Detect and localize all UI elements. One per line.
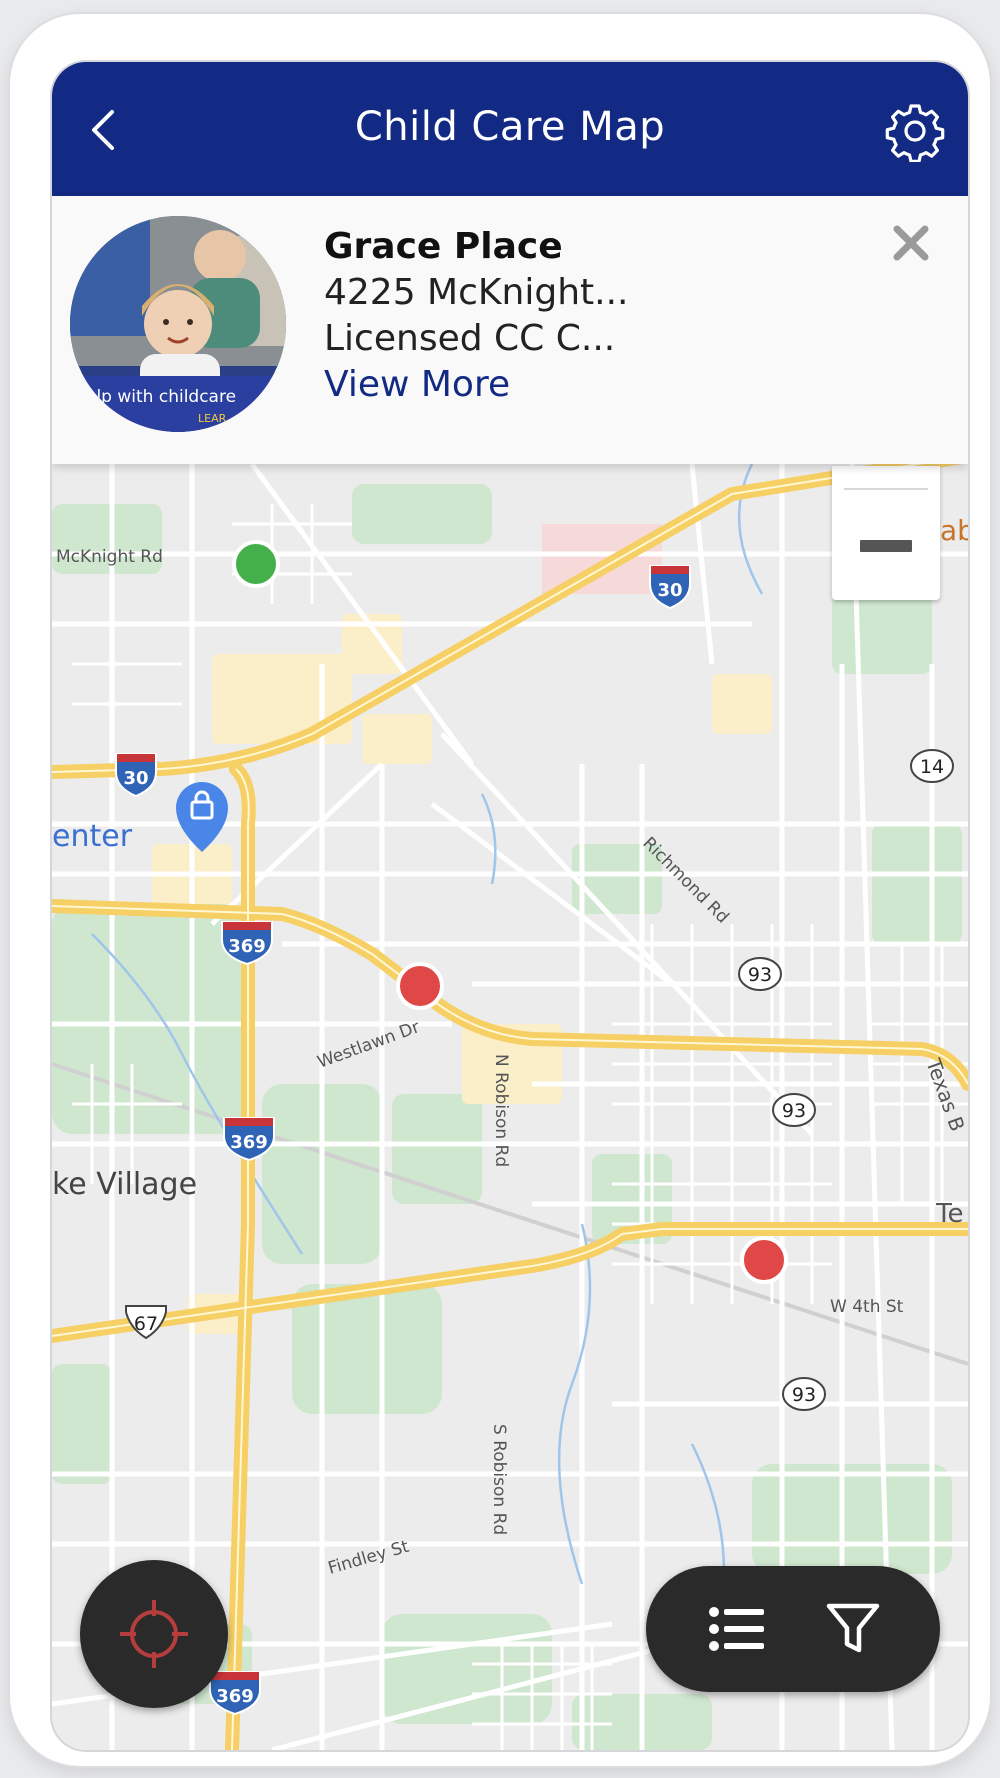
svg-text:30: 30 [657,580,682,601]
svg-text:30: 30 [123,768,148,789]
route-93-shield: 93 [772,1093,816,1127]
route-93-shield: 93 [782,1377,826,1411]
provider-marker-green[interactable] [232,540,280,588]
provider-name: Grace Place [324,226,563,267]
map-canvas[interactable]: 30 30 369 369 369 14 93 93 93 67 McKnigh… [52,449,968,1750]
svg-text:93: 93 [748,964,772,986]
list-icon [709,1607,764,1651]
map-view[interactable]: 30 30 369 369 369 14 93 93 93 67 McKnigh… [52,449,968,1750]
provider-photo: elp with childcare LEAR [70,216,286,432]
view-more-link[interactable]: View More [324,364,510,405]
phone-frame: Child Care Map elp with childcare LEAR G… [10,14,990,1766]
map-label-mcknight: McKnight Rd [56,547,163,567]
map-label-w4th: W 4th St [830,1297,904,1317]
list-filter-toolbar [646,1566,940,1692]
zoom-divider [844,488,928,490]
list-view-button[interactable] [706,1600,766,1658]
page-title: Child Care Map [354,104,666,150]
provider-license-type: Licensed CC C... [324,318,616,359]
close-card-button[interactable] [890,222,932,264]
provider-marker-red[interactable] [396,962,444,1010]
svg-text:14: 14 [920,756,944,778]
settings-button[interactable] [884,100,946,163]
crosshair-icon [120,1600,188,1668]
route-14-shield: 14 [910,749,954,783]
route-93-shield: 93 [738,957,782,991]
provider-info-card[interactable]: elp with childcare LEAR Grace Place 4225… [52,196,968,464]
map-label-village: ke Village [52,1167,197,1202]
close-icon [893,225,929,261]
provider-marker-red[interactable] [740,1236,788,1284]
provider-address: 4225 McKnight... [324,272,629,313]
zoom-out-button[interactable] [860,540,912,552]
svg-text:93: 93 [792,1384,816,1406]
my-location-button[interactable] [80,1560,228,1708]
map-label-n-robison: N Robison Rd [491,1054,511,1167]
map-label-te: Te [935,1199,963,1229]
app-header: Child Care Map [52,62,968,196]
svg-text:67: 67 [134,1313,158,1335]
app-screen: Child Care Map elp with childcare LEAR G… [52,62,968,1750]
map-label-s-robison: S Robison Rd [489,1424,509,1535]
filter-icon [826,1603,880,1653]
svg-text:369: 369 [230,1132,268,1153]
svg-text:LEAR: LEAR [198,412,227,425]
svg-text:369: 369 [228,936,266,957]
filter-button[interactable] [824,1598,882,1658]
zoom-control [832,466,940,600]
map-label-ab: ab [940,514,968,547]
svg-text:elp with childcare: elp with childcare [86,387,236,407]
map-label-center: enter [52,819,133,854]
svg-text:93: 93 [782,1100,806,1122]
gear-icon [885,104,945,163]
